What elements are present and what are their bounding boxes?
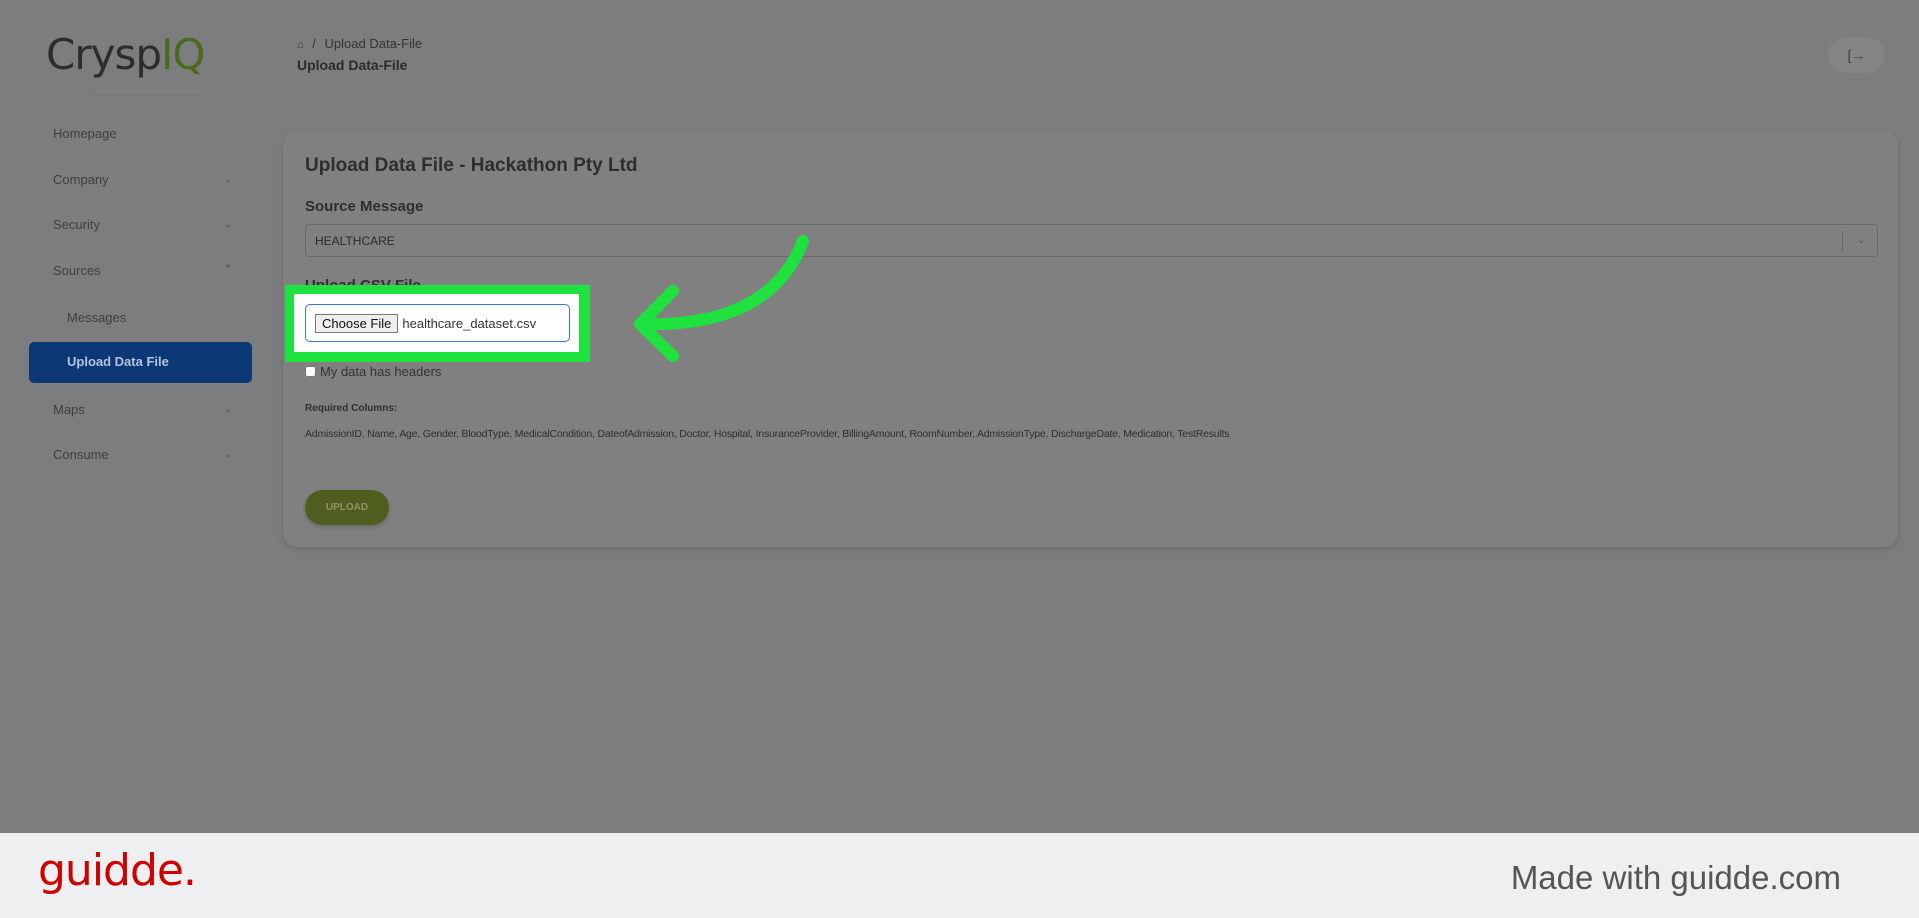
upload-button[interactable]: UPLOAD [305, 490, 389, 525]
arrow-annotation [634, 235, 809, 362]
headers-checkbox[interactable]: My data has headers [305, 364, 441, 379]
arrow-shaft [634, 235, 809, 331]
required-columns-label: Required Columns: [305, 403, 398, 414]
headers-checkbox-input[interactable] [305, 366, 316, 377]
guidde-logo: guidde. [38, 845, 197, 896]
required-columns-list: AdmissionID, Name, Age, Gender, BloodTyp… [305, 428, 1230, 440]
made-with-text: Made with guidde.com [1510, 859, 1841, 896]
